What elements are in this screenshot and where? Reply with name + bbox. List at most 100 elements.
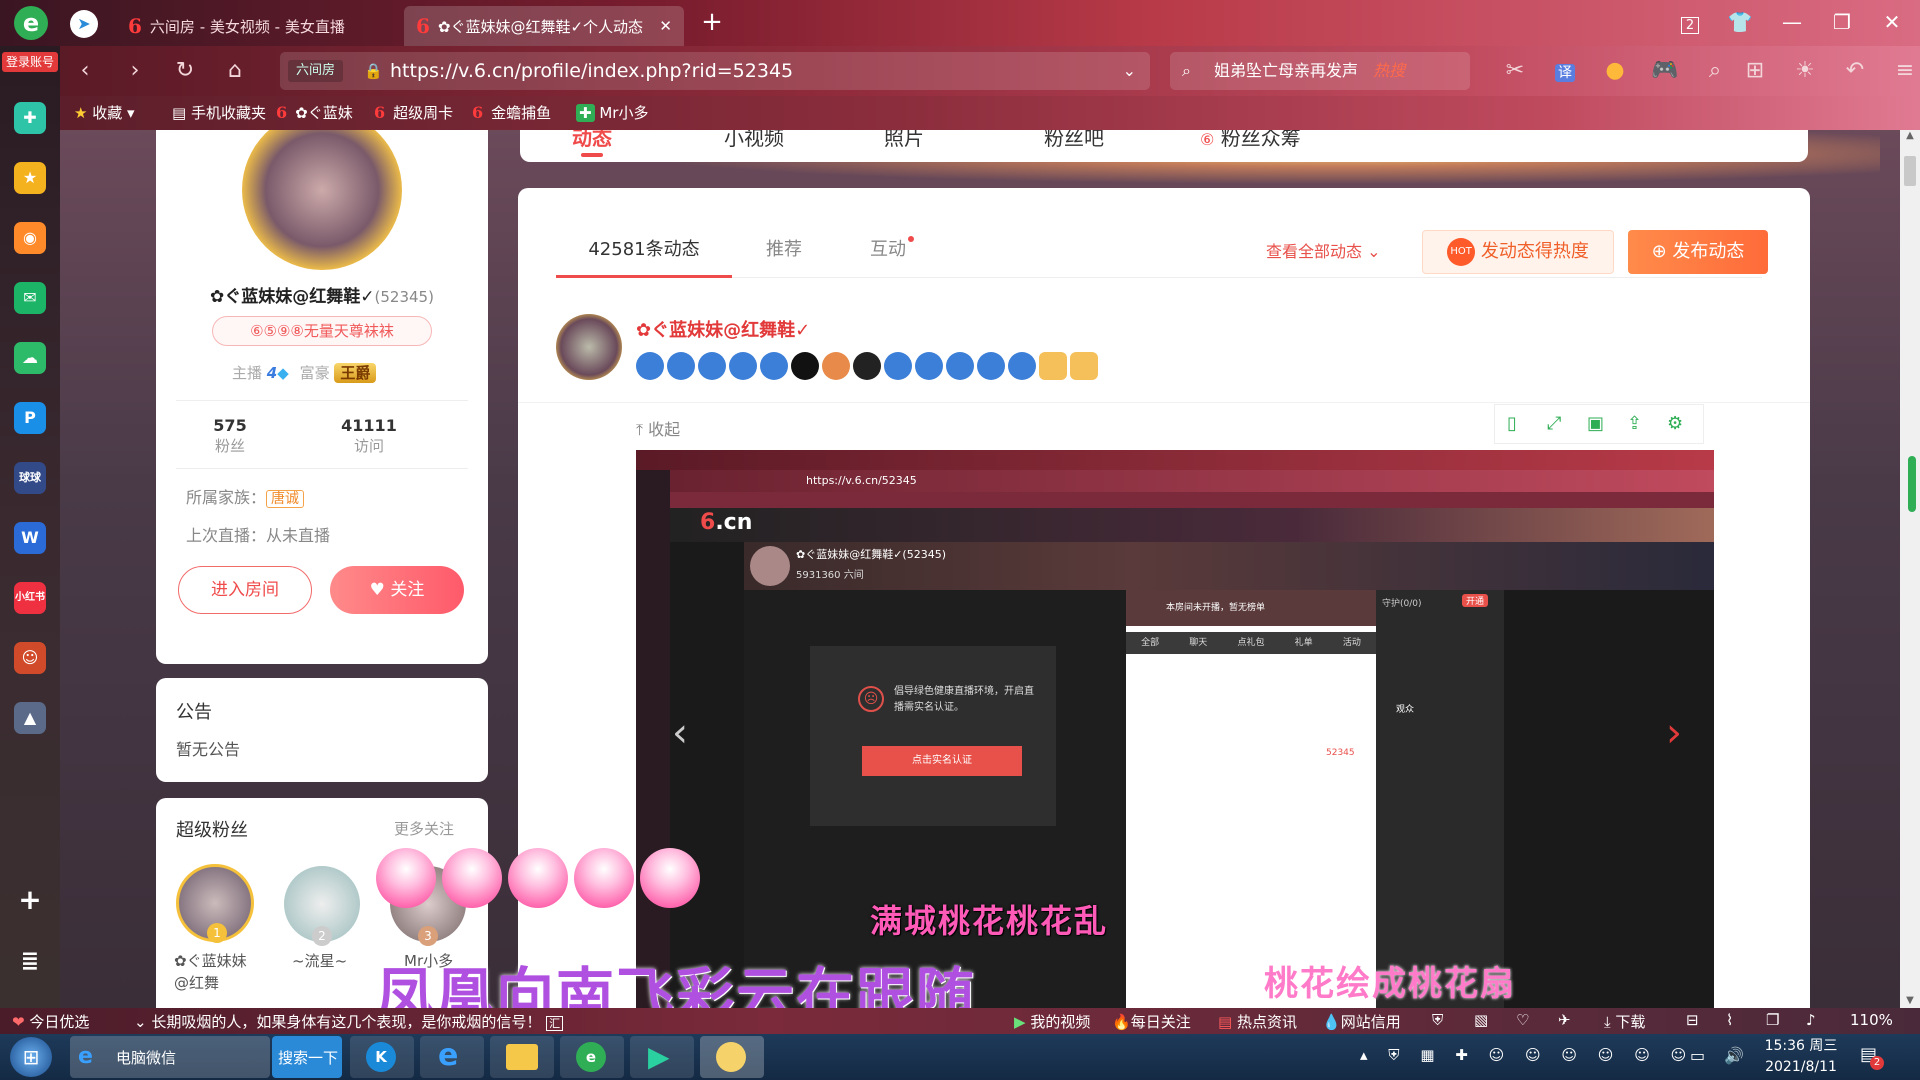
status-hot-news[interactable]: ▤ 热点资讯 bbox=[1218, 1011, 1297, 1032]
fans-stat[interactable]: 575 粉丝 bbox=[200, 416, 260, 456]
tab-crowdfunding[interactable]: ⑥ 粉丝众筹 bbox=[1200, 130, 1301, 151]
p-app-icon[interactable]: P bbox=[14, 402, 46, 434]
hot-post-button[interactable]: HOT 发动态得热度 bbox=[1422, 230, 1614, 274]
tab-fan-forum[interactable]: 粉丝吧 bbox=[1044, 130, 1104, 151]
speaker-icon[interactable]: 🔊 bbox=[1724, 1046, 1744, 1065]
collapse-link[interactable]: ⤒ 收起 bbox=[636, 416, 680, 440]
prev-arrow-icon[interactable]: ‹ bbox=[672, 710, 688, 756]
bookmark-6cn[interactable]: 6 ✿ぐ蓝妹 bbox=[276, 102, 353, 123]
enter-room-button[interactable]: 进入房间 bbox=[178, 566, 312, 614]
view-all-dropdown[interactable]: 查看全部动态 ⌄ bbox=[1266, 238, 1381, 262]
restore-icon[interactable]: ❐ bbox=[1766, 1011, 1779, 1029]
heart-outline-icon[interactable]: ♡ bbox=[1516, 1011, 1529, 1029]
taskbar-explorer[interactable] bbox=[490, 1036, 554, 1078]
scrollbar-up-icon[interactable]: ▲ bbox=[1900, 130, 1920, 141]
bookmark-mrxiaoduo[interactable]: ✚ Mr小多 bbox=[576, 102, 648, 123]
window-icon[interactable]: ⊟ bbox=[1686, 1011, 1699, 1029]
taskbar-ie[interactable]: e bbox=[420, 1036, 484, 1078]
fan-name-2[interactable]: ~流星~ bbox=[292, 950, 347, 971]
health-icon[interactable]: ✚ bbox=[14, 102, 46, 134]
notification-icon[interactable]: ▤ 2 bbox=[1860, 1044, 1884, 1070]
bookmark-mobile[interactable]: ▤ 手机收藏夹 bbox=[172, 102, 266, 123]
taskbar-browser[interactable]: e bbox=[560, 1036, 624, 1078]
add-icon[interactable]: + bbox=[14, 884, 46, 916]
rocket-icon[interactable]: ✈ bbox=[1558, 1011, 1571, 1029]
brightness-icon[interactable]: ☀ bbox=[1790, 56, 1820, 86]
scrollbar-down-icon[interactable]: ▼ bbox=[1900, 995, 1920, 1006]
minimize-button[interactable]: — bbox=[1774, 8, 1810, 36]
home-icon[interactable]: ⌂ bbox=[220, 56, 250, 86]
pubg-icon[interactable]: ▲ bbox=[14, 702, 46, 734]
skin-icon[interactable]: 👕 bbox=[1722, 8, 1758, 36]
search-box[interactable]: ⌕ 姐弟坠亡母亲再发声 热搜 bbox=[1170, 52, 1470, 90]
tab-counter[interactable]: 2 bbox=[1672, 8, 1708, 36]
volume-icon[interactable]: ♪ bbox=[1806, 1011, 1816, 1029]
new-tab-button[interactable]: + bbox=[694, 8, 730, 36]
tab-short-video[interactable]: 小视频 bbox=[724, 130, 784, 151]
document-icon[interactable]: W bbox=[14, 522, 46, 554]
feed-tab-recommend[interactable]: 推荐 bbox=[766, 224, 802, 278]
taskbar-search[interactable]: 搜索一下 bbox=[272, 1036, 342, 1078]
family-badge[interactable]: 唐诚 bbox=[266, 490, 305, 508]
close-window-button[interactable]: ✕ bbox=[1874, 8, 1910, 36]
share-icon[interactable]: ⇪ bbox=[1627, 413, 1642, 434]
post-image[interactable]: https://v.6.cn/52345 6.cn ✿ぐ蓝妹妹@红舞鞋✓(523… bbox=[636, 450, 1714, 1008]
status-my-video[interactable]: ▶ 我的视频 bbox=[1014, 1011, 1090, 1032]
leaf-icon[interactable]: ⌇ bbox=[1726, 1011, 1733, 1029]
next-arrow-icon[interactable]: › bbox=[1666, 710, 1682, 756]
forward-icon[interactable]: › bbox=[120, 56, 150, 86]
apps-icon[interactable]: ⊞ bbox=[1740, 56, 1770, 86]
taskbar-player[interactable]: ▶ bbox=[630, 1036, 694, 1078]
today-pick[interactable]: ❤ 今日优选 bbox=[12, 1011, 89, 1032]
status-daily-focus[interactable]: 🔥每日关注 bbox=[1112, 1011, 1191, 1032]
dropdown-icon[interactable]: ⌄ bbox=[1123, 52, 1136, 90]
maximize-button[interactable]: ❐ bbox=[1824, 8, 1860, 36]
bookmark-fishing[interactable]: 6 金蟾捕鱼 bbox=[472, 102, 551, 123]
page-scrollbar[interactable]: ▲ ▼ bbox=[1900, 130, 1920, 1008]
favorite-star-icon[interactable]: ★ bbox=[14, 162, 46, 194]
login-account-label[interactable]: 登录账号 bbox=[2, 52, 58, 72]
news-headline[interactable]: ⌄ 长期吸烟的人，如果身体有这几个表现，是你戒烟的信号！ 汇 bbox=[134, 1011, 564, 1032]
shield-icon[interactable]: ⛨ bbox=[1432, 1011, 1443, 1029]
fan-avatar-2[interactable]: 2 bbox=[284, 866, 360, 946]
taskbar-wechat[interactable]: e 电脑微信 bbox=[70, 1036, 270, 1078]
tab-photos[interactable]: 照片 bbox=[884, 130, 924, 151]
more-follow-link[interactable]: 更多关注 bbox=[394, 818, 454, 839]
save-icon[interactable]: ▣ bbox=[1587, 413, 1604, 434]
taskbar-app[interactable] bbox=[700, 1036, 764, 1078]
scissors-icon[interactable]: ✂ bbox=[1500, 56, 1530, 86]
telegram-icon[interactable]: ➤ bbox=[70, 10, 98, 38]
fan-name-1[interactable]: ✿ぐ蓝妹妹@红舞 bbox=[174, 950, 260, 994]
publish-button[interactable]: ⊕ 发布动态 bbox=[1628, 230, 1768, 274]
fan-avatar-1[interactable]: 1 bbox=[176, 864, 254, 943]
mail-icon[interactable]: ✉ bbox=[14, 282, 46, 314]
status-download[interactable]: ⤓ 下载 bbox=[1604, 1011, 1645, 1032]
feed-tab-interact[interactable]: 互动 bbox=[870, 224, 914, 278]
feed-tab-all[interactable]: 42581条动态 bbox=[556, 224, 732, 278]
undo-icon[interactable]: ↶ bbox=[1840, 56, 1870, 86]
tab-1[interactable]: 6 六间房 - 美女视频 - 美女直播 bbox=[116, 6, 396, 46]
tab-moments[interactable]: 动态 bbox=[572, 130, 612, 157]
visits-stat[interactable]: 41111 访问 bbox=[334, 416, 404, 456]
close-tab-icon[interactable]: ✕ bbox=[659, 17, 672, 35]
post-author[interactable]: ✿ぐ蓝妹妹@红舞鞋✓ bbox=[636, 316, 810, 342]
scrollbar-thumb[interactable] bbox=[1904, 156, 1916, 186]
game-character-icon[interactable]: ☺ bbox=[14, 642, 46, 674]
follow-button[interactable]: ♥ 关注 bbox=[330, 566, 464, 614]
clock[interactable]: 15:36 周三 2021/8/11 bbox=[1756, 1036, 1846, 1078]
translate-icon[interactable]: 译 bbox=[1550, 56, 1580, 86]
fullscreen-icon[interactable]: ⤢ bbox=[1547, 413, 1561, 434]
weibo-icon[interactable]: ◉ bbox=[14, 222, 46, 254]
xiaohongshu-icon[interactable]: 小红书 bbox=[14, 582, 46, 614]
bookmark-icon[interactable]: ▯ bbox=[1507, 413, 1517, 434]
game-icon[interactable]: 🎮 bbox=[1650, 56, 1680, 86]
find-icon[interactable]: ⌕ bbox=[1700, 56, 1730, 86]
bookmark-favorites[interactable]: ★ 收藏 ▾ bbox=[74, 102, 135, 123]
avatar[interactable] bbox=[242, 130, 402, 270]
back-icon[interactable]: ‹ bbox=[70, 56, 100, 86]
game-portal-icon[interactable]: 球球 bbox=[14, 462, 46, 494]
menu-icon[interactable]: ≡ bbox=[1890, 56, 1920, 86]
start-button[interactable]: ⊞ bbox=[10, 1037, 52, 1077]
url-input[interactable]: 六间房 🔒 https://v.6.cn/profile/index.php?r… bbox=[280, 52, 1150, 90]
settings-icon[interactable]: ⚙ bbox=[1667, 413, 1683, 434]
